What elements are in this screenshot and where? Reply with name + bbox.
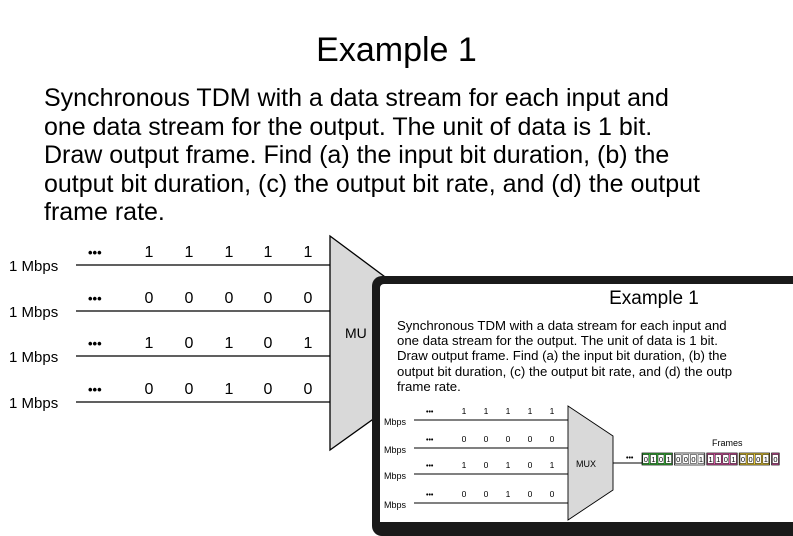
frames-label: Frames — [712, 438, 743, 448]
thumbnail-bit: 0 — [528, 489, 533, 499]
bit: 1 — [225, 381, 234, 398]
output-frame: 0 — [771, 452, 780, 466]
thumbnail-bit: 1 — [506, 460, 511, 470]
thumbnail-bit: 1 — [506, 406, 511, 416]
output-frame: 1101 — [706, 452, 738, 466]
thumbnail-bit: 0 — [550, 434, 555, 444]
frame-bit: 0 — [644, 455, 648, 464]
bit: 1 — [225, 244, 234, 261]
bit: 0 — [145, 381, 154, 398]
thumbnail-bit: 1 — [506, 489, 511, 499]
thumbnail-bit: 1 — [462, 406, 467, 416]
frame-bit: 1 — [764, 455, 768, 464]
thumbnail-bit: 0 — [506, 434, 511, 444]
frame-bit: 0 — [659, 455, 663, 464]
frame-bit: 1 — [716, 455, 720, 464]
thumbnail-ellipsis-icon: ••• — [626, 455, 634, 462]
thumbnail-rate-label: Mbps — [384, 471, 407, 481]
thumbnail-bit: 1 — [550, 406, 555, 416]
mux-label: MU — [345, 325, 367, 341]
thumbnail-bit: 1 — [550, 460, 555, 470]
frame-bit: 1 — [731, 455, 735, 464]
bit: 0 — [185, 290, 194, 307]
bit: 0 — [185, 335, 194, 352]
frame-bit: 0 — [773, 455, 777, 464]
bit: 0 — [304, 290, 313, 307]
bit: 0 — [225, 290, 234, 307]
thumbnail-bit: 1 — [528, 406, 533, 416]
output-frames: 01010001110100010 — [641, 452, 780, 466]
thumbnail-slide: Example 1 Synchronous TDM with a data st… — [380, 284, 793, 522]
thumbnail-rate-label: Mbps — [384, 500, 407, 510]
thumbnail-bit: 0 — [550, 489, 555, 499]
thumbnail-bit: 1 — [462, 460, 467, 470]
frame-bit: 0 — [691, 455, 695, 464]
thumbnail-bit: 0 — [484, 434, 489, 444]
frame-bit: 1 — [699, 455, 703, 464]
frame-bit: 0 — [741, 455, 745, 464]
frame-bit: 1 — [667, 455, 671, 464]
frame-bit: 0 — [756, 455, 760, 464]
bit: 1 — [185, 244, 194, 261]
bit: 0 — [185, 381, 194, 398]
ellipsis-icon: ••• — [88, 382, 102, 397]
frame-bit: 1 — [709, 455, 713, 464]
thumbnail-bit: 0 — [528, 434, 533, 444]
thumbnail-bit: 0 — [484, 489, 489, 499]
bit: 1 — [145, 244, 154, 261]
thumbnail-bit: 0 — [484, 460, 489, 470]
frame-bit: 0 — [724, 455, 728, 464]
bit: 0 — [264, 381, 273, 398]
thumbnail-mux-label: MUX — [576, 459, 596, 469]
rate-label: 1 Mbps — [9, 395, 58, 412]
bit: 0 — [304, 381, 313, 398]
thumbnail-diagram: MUX Mbps Mbps Mbps Mbps ••• ••• ••• ••• … — [384, 405, 780, 521]
thumbnail-bit: 0 — [462, 489, 467, 499]
ellipsis-icon: ••• — [88, 245, 102, 260]
output-frame: 0101 — [641, 452, 673, 466]
bit: 1 — [225, 335, 234, 352]
thumbnail-bit: 1 — [484, 406, 489, 416]
slide-thumbnail: Example 1 Synchronous TDM with a data st… — [372, 276, 793, 536]
bit: 1 — [304, 244, 313, 261]
thumbnail-bit: 0 — [462, 434, 467, 444]
ellipsis-icon: ••• — [88, 291, 102, 306]
bit: 1 — [304, 335, 313, 352]
thumbnail-ellipsis-icon: ••• — [426, 409, 434, 416]
thumbnail-ellipsis-icon: ••• — [426, 437, 434, 444]
frame-bit: 0 — [676, 455, 680, 464]
bit: 0 — [145, 290, 154, 307]
frame-bit: 1 — [651, 455, 655, 464]
ellipsis-icon: ••• — [88, 336, 102, 351]
output-frame: 0001 — [674, 452, 706, 466]
bit: 1 — [145, 335, 154, 352]
thumbnail-rate-label: Mbps — [384, 417, 407, 427]
rate-label: 1 Mbps — [9, 258, 58, 275]
output-frame: 0001 — [738, 452, 770, 466]
thumbnail-rate-label: Mbps — [384, 445, 407, 455]
bit: 0 — [264, 290, 273, 307]
rate-label: 1 Mbps — [9, 304, 58, 321]
thumbnail-ellipsis-icon: ••• — [426, 463, 434, 470]
frame-bit: 0 — [749, 455, 753, 464]
bit: 1 — [264, 244, 273, 261]
thumbnail-bit: 0 — [528, 460, 533, 470]
frame-bit: 0 — [684, 455, 688, 464]
bit: 0 — [264, 335, 273, 352]
rate-label: 1 Mbps — [9, 349, 58, 366]
thumbnail-ellipsis-icon: ••• — [426, 492, 434, 499]
